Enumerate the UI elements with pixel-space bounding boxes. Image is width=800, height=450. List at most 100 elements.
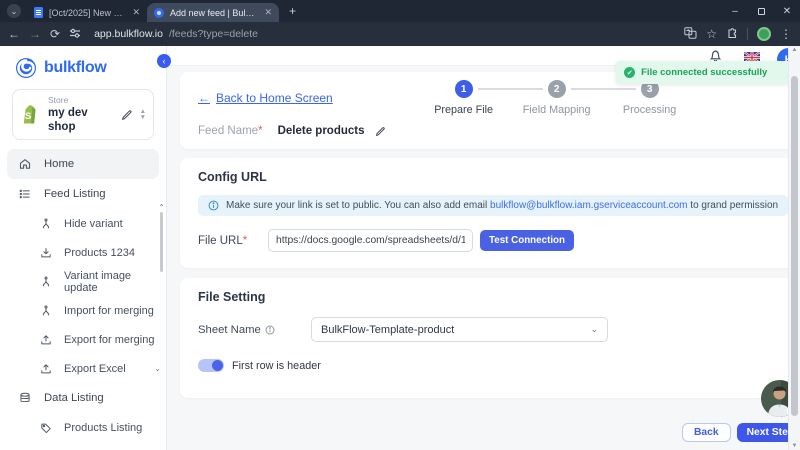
store-name: my dev shop	[48, 106, 114, 135]
sidebar-item-label: Home	[44, 158, 74, 170]
tab-title: [Oct/2025] New content - Ha M	[49, 8, 126, 18]
address-bar[interactable]: app.bulkflow.io/feeds?type=delete	[94, 28, 675, 40]
home-icon	[18, 157, 32, 171]
step-label: Field Mapping	[510, 104, 603, 116]
sidebar-item-label: Variant image update	[64, 270, 166, 294]
logo[interactable]: bulkflow	[0, 46, 166, 88]
sidebar-section-label: Feed Listing	[44, 188, 106, 200]
translate-icon[interactable]	[684, 27, 697, 41]
stepper: 1 Prepare File 2 Field Mapping 3 Process…	[417, 80, 696, 116]
page-scrollbar[interactable]: ▲ ▼	[788, 46, 800, 450]
edit-pencil-icon[interactable]	[375, 126, 386, 137]
sidebar-item-label: Products 1234	[64, 247, 135, 259]
sidebar-item-hide-variant[interactable]: Hide variant	[0, 209, 166, 238]
sidebar-item-import-for-merging[interactable]: Import for merging	[0, 296, 166, 325]
scroll-down-arrow-icon[interactable]: ▼	[789, 443, 800, 449]
step-number: 1	[455, 80, 473, 98]
bookmark-star-icon[interactable]: ☆	[706, 28, 717, 40]
browser-tab-1[interactable]: [Oct/2025] New content - Ha M ✕	[27, 3, 147, 22]
step-processing[interactable]: 3 Processing	[603, 80, 696, 116]
feed-sub-list: ⌃ Hide variant Products 1234	[0, 209, 166, 383]
scroll-up-caret-icon[interactable]: ⌃	[158, 203, 165, 212]
sidebar-item-customers-listing[interactable]: Customers Listing	[0, 442, 166, 450]
site-settings-icon[interactable]	[69, 27, 81, 41]
step-prepare-file[interactable]: 1 Prepare File	[417, 80, 510, 116]
import-download-icon	[39, 246, 53, 260]
sidebar-item-home[interactable]: Home	[7, 149, 159, 179]
sidebar-item-products-1234[interactable]: Products 1234	[0, 238, 166, 267]
url-domain: app.bulkflow.io	[94, 28, 163, 40]
sidebar-item-label: Products Listing	[64, 422, 142, 434]
sidebar-item-label: Export Excel	[64, 363, 126, 375]
feed-name-row: Feed Name* Delete products	[198, 125, 788, 137]
step-field-mapping[interactable]: 2 Field Mapping	[510, 80, 603, 116]
page-content: ← Back to Home Screen 1 Prepare File 2 F…	[167, 66, 800, 415]
first-row-header-toggle[interactable]	[198, 359, 224, 372]
feed-name-value: Delete products	[278, 125, 365, 137]
new-tab-button[interactable]: +	[289, 4, 296, 18]
store-unfold-icon[interactable]: ▲▼	[140, 109, 146, 121]
tab-search-button[interactable]: ⌄	[7, 4, 21, 18]
scrollbar-thumb[interactable]	[791, 76, 798, 416]
test-connection-button[interactable]: Test Connection	[480, 230, 574, 251]
sidebar: bulkflow S Store my dev shop ▲▼	[0, 46, 167, 450]
close-button[interactable]: ✕	[774, 0, 800, 22]
sidebar-collapse-button[interactable]: ‹	[157, 54, 171, 68]
sidebar-item-label: Export for merging	[64, 334, 154, 346]
step-label: Prepare File	[417, 104, 510, 116]
sidebar-item-products-listing[interactable]: Products Listing	[0, 413, 166, 442]
sidebar-item-export-for-merging[interactable]: Export for merging	[0, 325, 166, 354]
sidebar-section-feed-listing[interactable]: Feed Listing	[0, 179, 166, 209]
sidebar-mini-scrollbar[interactable]	[160, 212, 163, 272]
step-number: 2	[548, 80, 566, 98]
sheet-name-value: BulkFlow-Template-product	[321, 324, 454, 336]
tab-close-icon[interactable]: ✕	[132, 7, 140, 18]
back-button[interactable]: Back	[682, 423, 731, 442]
minimize-button[interactable]: –	[722, 0, 748, 22]
service-account-email-link[interactable]: bulkflow@bulkflow.iam.gserviceaccount.co…	[490, 200, 687, 211]
banner-text: Make sure your link is set to public. Yo…	[226, 200, 778, 211]
main-area: H ✔ File connected successfully ← Back t…	[167, 46, 800, 450]
sidebar-section-data-listing[interactable]: Data Listing	[0, 383, 166, 413]
svg-text:S: S	[25, 111, 31, 122]
extensions-puzzle-icon[interactable]	[726, 27, 738, 41]
sheet-name-row: Sheet Name BulkFlow-Template-product ⌄	[198, 317, 788, 342]
success-toast: ✔ File connected successfully	[616, 61, 800, 84]
variant-fork-icon	[39, 217, 53, 231]
chrome-profile-avatar[interactable]	[757, 27, 771, 41]
sheet-name-select[interactable]: BulkFlow-Template-product ⌄	[311, 317, 608, 342]
header-row-toggle-row: First row is header	[198, 359, 788, 372]
google-docs-favicon	[34, 7, 43, 18]
sheet-name-label: Sheet Name	[198, 324, 311, 336]
app-root: bulkflow S Store my dev shop ▲▼	[0, 46, 800, 450]
list-icon	[18, 187, 32, 201]
sidebar-item-export-excel[interactable]: Export Excel ⌄	[0, 354, 166, 383]
info-banner: Make sure your link is set to public. Yo…	[198, 195, 788, 216]
scroll-down-caret-icon[interactable]: ⌄	[154, 364, 161, 373]
browser-tab-2-active[interactable]: Add new feed | Bulkflow ✕	[147, 3, 279, 22]
back-icon[interactable]: ←	[8, 28, 20, 40]
config-url-card: Config URL Make sure your link is set to…	[180, 158, 800, 268]
back-to-home-link[interactable]: ← Back to Home Screen	[198, 91, 333, 105]
tab-close-icon[interactable]: ✕	[264, 7, 272, 18]
maximize-button[interactable]	[748, 0, 774, 22]
sidebar-item-variant-image-update[interactable]: Variant image update	[0, 267, 166, 296]
file-url-row: File URL* Test Connection	[198, 229, 788, 252]
edit-pencil-icon[interactable]	[121, 109, 133, 121]
check-icon: ✔	[624, 67, 635, 78]
variant-fork-icon	[39, 304, 53, 318]
bulkflow-logo-icon	[15, 57, 37, 79]
scroll-up-arrow-icon[interactable]: ▲	[789, 47, 800, 53]
forward-icon[interactable]: →	[29, 28, 41, 40]
config-url-title: Config URL	[198, 170, 788, 184]
chevron-down-icon: ⌄	[590, 324, 598, 335]
file-url-input[interactable]	[268, 229, 473, 252]
chrome-menu-icon[interactable]: ⋮	[780, 28, 792, 40]
toggle-label: First row is header	[232, 360, 321, 372]
window-controls: – ✕	[722, 0, 800, 22]
store-selector[interactable]: S Store my dev shop ▲▼	[12, 89, 154, 140]
reload-icon[interactable]: ⟳	[50, 28, 60, 40]
info-icon	[265, 325, 275, 335]
url-path: /feeds?type=delete	[169, 28, 258, 40]
sidebar-item-label: Hide variant	[64, 218, 123, 230]
